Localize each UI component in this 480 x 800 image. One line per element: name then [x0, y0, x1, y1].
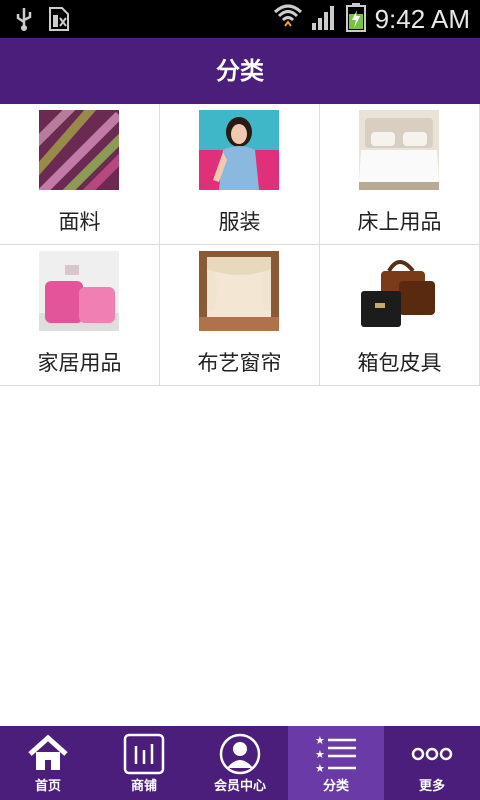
usb-icon — [14, 6, 34, 36]
svg-text:★: ★ — [315, 734, 325, 747]
status-bar: 9:42 AM — [0, 0, 480, 38]
fabric-thumbnail — [39, 110, 119, 190]
category-label: 家居用品 — [37, 351, 122, 375]
tab-store[interactable]: 商铺 — [96, 726, 192, 800]
member-icon — [218, 732, 262, 776]
category-label: 面料 — [58, 210, 101, 234]
clock: 9:42 AM — [374, 4, 470, 34]
store-icon — [122, 732, 166, 776]
home-icon — [26, 732, 70, 776]
tab-label: 会员中心 — [213, 779, 266, 794]
app-bar: 分类 — [0, 38, 480, 104]
curtain-thumbnail — [199, 251, 279, 331]
category-item-clothing[interactable]: 服装 — [160, 104, 320, 245]
category-label: 箱包皮具 — [357, 351, 442, 375]
category-label: 床上用品 — [357, 210, 442, 234]
tab-label: 首页 — [34, 779, 61, 794]
category-item-home-goods[interactable]: 家居用品 — [0, 245, 160, 386]
category-label: 服装 — [218, 210, 261, 234]
svg-text:★: ★ — [315, 748, 325, 761]
category-item-luggage[interactable]: 箱包皮具 — [320, 245, 480, 386]
tab-category[interactable]: ★ ★ ★ 分类 — [288, 726, 384, 800]
tab-label: 分类 — [322, 779, 349, 794]
tab-home[interactable]: 首页 — [0, 726, 96, 800]
tab-label: 更多 — [418, 779, 445, 794]
category-item-curtain[interactable]: 布艺窗帘 — [160, 245, 320, 386]
category-item-bedding[interactable]: 床上用品 — [320, 104, 480, 245]
wifi-icon — [273, 2, 303, 36]
battery-charging-icon — [345, 2, 367, 36]
home-goods-thumbnail — [39, 251, 119, 331]
category-label: 布艺窗帘 — [197, 351, 282, 375]
clothing-thumbnail — [199, 110, 279, 190]
bottom-tab-bar: 首页 商铺 会员中心 ★ ★ ★ 分类 更多 — [0, 726, 480, 800]
svg-text:★: ★ — [315, 762, 325, 775]
signal-icon — [311, 3, 337, 35]
luggage-thumbnail — [359, 251, 439, 331]
category-list-icon: ★ ★ ★ — [314, 732, 358, 776]
page-title: 分类 — [216, 57, 264, 85]
category-item-fabric[interactable]: 面料 — [0, 104, 160, 245]
category-grid: 面料 服装 床上用品 家居用品 布艺窗帘 箱包皮具 — [0, 104, 480, 386]
bedding-thumbnail — [359, 110, 439, 190]
sd-card-icon — [48, 6, 70, 36]
tab-label: 商铺 — [130, 779, 157, 794]
more-icon — [410, 732, 454, 776]
tab-member-center[interactable]: 会员中心 — [192, 726, 288, 800]
tab-more[interactable]: 更多 — [384, 726, 480, 800]
